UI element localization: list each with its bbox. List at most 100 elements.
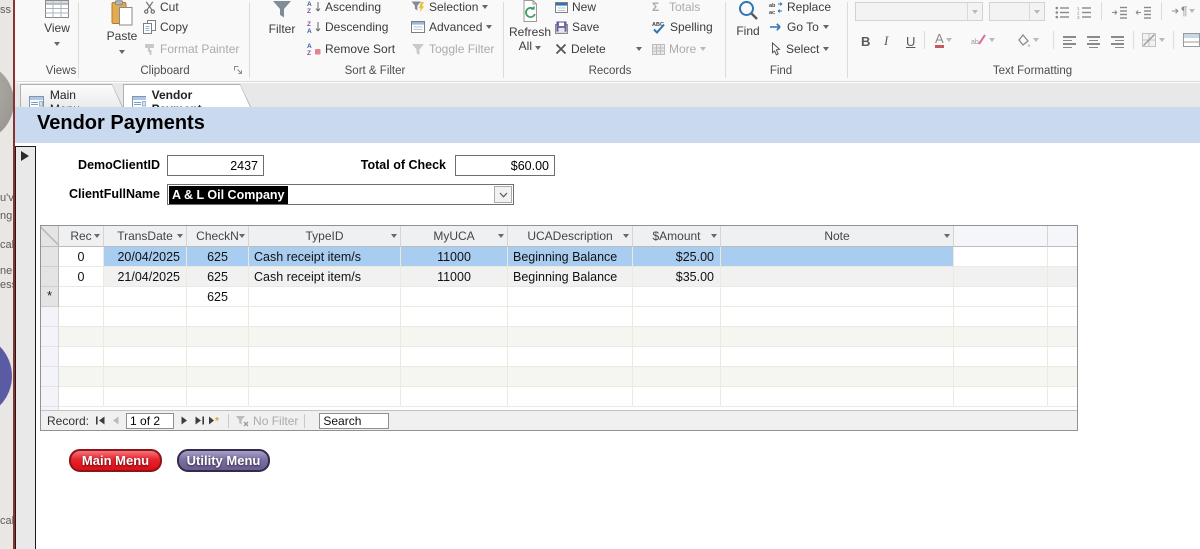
row-selector[interactable]: [41, 247, 59, 267]
column-header-transdate[interactable]: TransDate: [104, 226, 187, 247]
view-dropdown-chevron: [54, 42, 60, 46]
cell-checkno[interactable]: 625: [187, 267, 249, 287]
records-group-label: Records: [575, 63, 645, 79]
column-header-rec[interactable]: Rec: [59, 226, 104, 247]
decrease-indent-button[interactable]: [1135, 3, 1152, 21]
selection-button[interactable]: Selection: [411, 0, 488, 15]
cut-button[interactable]: Cut: [143, 0, 179, 15]
sort-filter-group-label: Sort & Filter: [325, 63, 425, 79]
paste-button[interactable]: Paste: [99, 0, 145, 57]
descending-button[interactable]: Z A Descending: [307, 19, 388, 35]
column-dropdown-icon: [944, 234, 950, 238]
column-header-typeid[interactable]: TypeID: [249, 226, 401, 247]
background-fill-button[interactable]: [1015, 31, 1039, 49]
main-menu-button[interactable]: Main Menu: [69, 449, 162, 472]
paragraph-marks-button[interactable]: ¶: [1171, 2, 1195, 20]
total-of-check-field[interactable]: $60.00: [455, 155, 555, 176]
background-text: ess: [0, 279, 13, 291]
tab-main-menu[interactable]: Main Menu: [20, 84, 123, 107]
svg-text:3: 3: [1077, 15, 1080, 19]
align-center-button[interactable]: [1087, 33, 1100, 51]
no-filter-icon: [235, 415, 249, 427]
highlight-icon: ab: [971, 33, 987, 48]
refresh-all-button[interactable]: Refresh All: [507, 0, 553, 53]
cell-ucadescription[interactable]: Beginning Balance: [508, 247, 633, 267]
row-selector[interactable]: [41, 267, 59, 287]
bold-button[interactable]: B: [861, 32, 870, 50]
align-left-button[interactable]: [1063, 33, 1076, 51]
cell-typeid[interactable]: [249, 287, 401, 307]
spelling-button[interactable]: ABC Spelling: [652, 19, 713, 35]
select-all-cell[interactable]: [41, 226, 59, 247]
cell-ucadescription[interactable]: Beginning Balance: [508, 267, 633, 287]
cell-transdate[interactable]: 21/04/2025: [104, 267, 187, 287]
cell-transdate[interactable]: 20/04/2025: [104, 247, 187, 267]
column-header-amount[interactable]: $Amount: [633, 226, 721, 247]
italic-button[interactable]: I: [884, 32, 888, 50]
column-header-ucadescription[interactable]: UCADescription: [508, 226, 633, 247]
client-full-name-combo[interactable]: A & L Oil Company: [167, 184, 514, 205]
combo-dropdown-button[interactable]: [494, 186, 512, 203]
cell-myuca[interactable]: 11000: [401, 247, 508, 267]
cell-typeid[interactable]: Cash receipt item/s: [249, 267, 401, 287]
underline-button[interactable]: U: [906, 32, 915, 50]
go-to-button[interactable]: Go To: [769, 19, 829, 35]
new-record-button[interactable]: New: [555, 0, 596, 15]
alternate-row-color-button[interactable]: [1183, 31, 1200, 49]
numbering-button[interactable]: 1 2 3: [1077, 3, 1092, 21]
access-window: ss u'v ng cal ne ess cal View Views: [0, 0, 1200, 549]
first-record-button[interactable]: [93, 414, 108, 428]
next-record-button[interactable]: [177, 414, 192, 428]
cell-myuca[interactable]: [401, 287, 508, 307]
text-formatting-group-label: Text Formatting: [975, 63, 1090, 79]
cell-note[interactable]: [721, 287, 954, 307]
record-position-box[interactable]: 1 of 2: [126, 413, 174, 429]
background-text: ng: [0, 210, 12, 222]
delete-record-button[interactable]: Delete: [555, 41, 642, 57]
cell-transdate[interactable]: [104, 287, 187, 307]
cell-note[interactable]: [721, 267, 954, 287]
cell-checkno[interactable]: 625: [187, 287, 249, 307]
cell-typeid[interactable]: Cash receipt item/s: [249, 247, 401, 267]
cell-checkno[interactable]: 625: [187, 247, 249, 267]
cell-amount[interactable]: $25.00: [633, 247, 721, 267]
form-record-selector-bar[interactable]: [15, 146, 36, 549]
cell-myuca[interactable]: 11000: [401, 267, 508, 287]
demo-client-id-field[interactable]: 2437: [167, 155, 264, 176]
replace-button[interactable]: ab ac Replace: [769, 0, 831, 15]
filter-button[interactable]: Filter: [261, 0, 303, 36]
clipboard-dialog-launcher[interactable]: [233, 65, 243, 75]
cell-amount[interactable]: [633, 287, 721, 307]
advanced-button[interactable]: Advanced: [411, 19, 492, 35]
bullets-button[interactable]: [1055, 3, 1070, 21]
increase-indent-button[interactable]: [1111, 3, 1128, 21]
cell-note[interactable]: [721, 247, 954, 267]
cell-rec[interactable]: 0: [59, 247, 104, 267]
select-button[interactable]: Select: [769, 41, 829, 57]
font-color-button[interactable]: A: [935, 31, 952, 49]
new-record-selector[interactable]: *: [41, 287, 59, 307]
column-header-note[interactable]: Note: [721, 226, 954, 247]
cell-empty: [1048, 287, 1077, 307]
find-button[interactable]: Find: [729, 0, 767, 38]
cell-amount[interactable]: $35.00: [633, 267, 721, 287]
utility-menu-button[interactable]: Utility Menu: [177, 449, 270, 472]
new-blank-record-button[interactable]: *: [207, 414, 222, 428]
highlight-color-button[interactable]: ab: [971, 31, 995, 49]
background-gray-circle: [0, 62, 13, 142]
last-record-button[interactable]: [192, 414, 207, 428]
view-button[interactable]: View: [33, 0, 81, 49]
cell-rec[interactable]: 0: [59, 267, 104, 287]
gridlines-button[interactable]: [1142, 31, 1165, 49]
copy-button[interactable]: Copy: [143, 19, 188, 35]
search-input[interactable]: Search: [319, 413, 389, 429]
save-button[interactable]: Save: [555, 19, 599, 35]
cell-ucadescription[interactable]: [508, 287, 633, 307]
column-header-myuca[interactable]: MyUCA: [401, 226, 508, 247]
tab-vendor-payment[interactable]: Vendor Payment: [123, 84, 251, 107]
column-header-checkno[interactable]: CheckN: [187, 226, 249, 247]
remove-sort-button[interactable]: A Z Remove Sort: [307, 41, 395, 57]
ascending-button[interactable]: A Z Ascending: [307, 0, 381, 15]
cell-rec[interactable]: [59, 287, 104, 307]
align-right-button[interactable]: [1111, 33, 1124, 51]
